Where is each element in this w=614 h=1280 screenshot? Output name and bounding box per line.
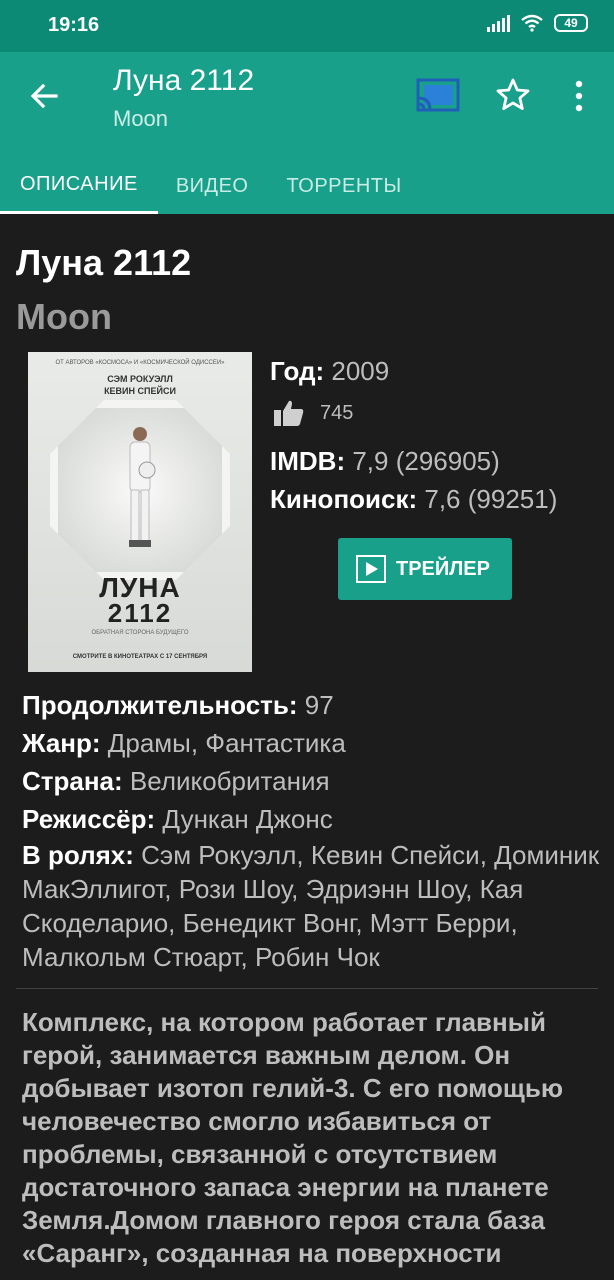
tab-video[interactable]: ВИДЕО <box>158 158 267 214</box>
duration-row: Продолжительность: 97 <box>22 690 334 720</box>
poster-tagline: ОБРАТНАЯ СТОРОНА БУДУЩЕГО <box>91 630 189 636</box>
cast-label: В ролях <box>22 840 126 870</box>
imdb-value: 7,9 (296905) <box>352 446 500 476</box>
director-row: Режиссёр: Дункан Джонс <box>22 804 333 834</box>
genre-row: Жанр: Драмы, Фантастика <box>22 728 346 758</box>
tab-description[interactable]: ОПИСАНИЕ <box>0 158 158 214</box>
poster-actor-2: КЕВИН СПЕЙСИ <box>104 386 176 396</box>
status-bar: 19:16 49 <box>0 0 614 52</box>
movie-original-title: Moon <box>16 296 112 337</box>
kinopoisk-value: 7,6 (99251) <box>424 484 558 514</box>
tab-bar: ОПИСАНИЕ ВИДЕО ТОРРЕНТЫ <box>0 158 614 214</box>
more-vert-icon[interactable] <box>564 78 594 114</box>
battery-icon: 49 <box>554 14 588 32</box>
likes-row: 745 <box>272 398 353 428</box>
app-bar-title: Луна 2112 <box>113 64 255 97</box>
director-label: Режиссёр <box>22 804 147 834</box>
country-label: Страна <box>22 766 115 796</box>
app-bar-subtitle: Moon <box>113 106 169 131</box>
divider <box>16 988 598 989</box>
duration-label: Продолжительность <box>22 690 289 720</box>
director-value: Дункан Джонс <box>162 804 333 834</box>
imdb-row: IMDB: 7,9 (296905) <box>270 446 500 476</box>
trailer-button-label: ТРЕЙЛЕР <box>396 557 490 580</box>
trailer-button[interactable]: ТРЕЙЛЕР <box>338 538 512 600</box>
play-icon <box>356 555 386 583</box>
poster-release: СМОТРИТЕ В КИНОТЕАТРАХ С 17 СЕНТЯБРЯ <box>72 654 208 660</box>
year-row: Год: 2009 <box>270 356 390 386</box>
astronaut-figure <box>129 427 156 547</box>
year-label: Год <box>270 356 316 386</box>
wifi-icon <box>521 14 543 32</box>
likes-count: 745 <box>320 401 354 424</box>
status-icons: 49 <box>487 14 588 32</box>
movie-title: Луна 2112 <box>16 242 192 283</box>
country-row: Страна: Великобритания <box>22 766 330 796</box>
movie-description: Комплекс, на котором работает главный ге… <box>22 1007 564 1268</box>
signal-icon <box>487 14 510 32</box>
poster-actor-1: СЭМ РОКУЭЛЛ <box>107 374 173 384</box>
arrow-back-icon[interactable] <box>26 78 62 114</box>
genre-value: Драмы, Фантастика <box>107 728 346 758</box>
kinopoisk-label: Кинопоиск <box>270 484 409 514</box>
app-bar: Луна 2112 Moon ОПИСАНИЕ ВИДЕО ТОРРЕНТЫ <box>0 52 614 214</box>
tab-torrents[interactable]: ТОРРЕНТЫ <box>266 158 419 214</box>
genre-label: Жанр <box>22 728 92 758</box>
year-value: 2009 <box>331 356 390 386</box>
movie-poster: ОТ АВТОРОВ «КОСМОСА» И «КОСМИЧЕСКОЙ ОДИС… <box>28 352 252 672</box>
kinopoisk-row: Кинопоиск: 7,6 (99251) <box>270 484 558 514</box>
star-outline-icon[interactable] <box>494 76 532 114</box>
poster-top-text: ОТ АВТОРОВ «КОСМОСА» И «КОСМИЧЕСКОЙ ОДИС… <box>55 360 225 366</box>
imdb-label: IMDB <box>270 446 337 476</box>
duration-value: 97 <box>304 690 334 720</box>
thumbs-up-icon <box>274 400 304 426</box>
country-value: Великобритания <box>129 766 330 796</box>
cast-icon[interactable] <box>416 78 460 114</box>
cast-row: В ролях: Сэм Рокуэлл, Кевин Спейси, Доми… <box>22 840 600 972</box>
status-time: 19:16 <box>48 14 100 36</box>
poster-title-line2: 2112 <box>107 598 173 628</box>
